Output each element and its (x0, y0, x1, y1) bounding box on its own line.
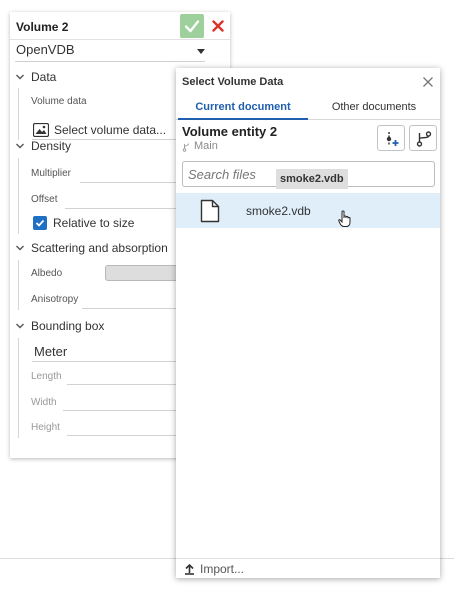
chevron-down-icon (16, 74, 24, 80)
import-icon (185, 564, 194, 575)
insert-icon (386, 132, 399, 146)
height-label: Height (31, 422, 60, 433)
cancel-button[interactable] (208, 15, 228, 37)
volume-type-value: OpenVDB (16, 42, 75, 57)
search-input[interactable] (188, 166, 272, 182)
hand-cursor-icon (338, 210, 351, 227)
tab-other-documents[interactable]: Other documents (308, 94, 440, 120)
chevron-down-icon (16, 323, 24, 329)
file-row[interactable]: smoke2.vdb (176, 193, 440, 228)
close-icon (212, 20, 224, 32)
tab-current-document[interactable]: Current document (178, 94, 308, 120)
relative-to-size-label: Relative to size (53, 216, 135, 230)
checkmark-icon (184, 20, 200, 33)
file-name: smoke2.vdb (246, 204, 311, 218)
anisotropy-label: Anisotropy (31, 294, 79, 305)
volume-type-dropdown[interactable]: OpenVDB (15, 40, 205, 62)
checkmark-icon (35, 219, 45, 227)
relative-to-size-checkbox[interactable] (33, 216, 47, 230)
close-icon[interactable] (422, 76, 434, 88)
branch-icon (416, 131, 432, 147)
dialog-title: Select Volume Data (182, 76, 284, 88)
section-bounding-guide (18, 338, 19, 438)
panel-header: Volume 2 (10, 12, 230, 40)
dialog-tabs: Current document Other documents (176, 94, 440, 120)
albedo-slider[interactable] (105, 265, 185, 281)
section-density-guide (18, 158, 19, 234)
accept-button[interactable] (180, 14, 204, 38)
branch-icon (182, 143, 189, 152)
chevron-down-icon (16, 245, 24, 251)
section-data-guide (18, 88, 19, 140)
width-label: Width (31, 397, 57, 408)
import-button[interactable]: Import... (200, 562, 244, 576)
volume-data-label: Volume data (31, 96, 87, 107)
albedo-label: Albedo (31, 268, 63, 279)
section-scattering-guide (18, 260, 19, 310)
multiplier-label: Multiplier (31, 168, 72, 179)
section-density-label: Density (31, 139, 72, 153)
panel-title: Volume 2 (16, 20, 69, 34)
branch-button[interactable] (409, 125, 437, 151)
select-volume-data-dialog: Select Volume Data Current document Othe… (176, 68, 440, 578)
offset-label: Offset (31, 194, 58, 205)
section-data-label: Data (31, 70, 57, 84)
volume-data-value: Select volume data... (54, 123, 167, 137)
dialog-footer: Import... (176, 558, 440, 578)
units-dropdown[interactable]: Meter (32, 342, 200, 362)
chevron-down-icon (16, 143, 24, 149)
section-scattering-label: Scattering and absorption (31, 241, 168, 255)
branch-name: Main (194, 140, 218, 152)
dropdown-arrow-icon (197, 49, 205, 54)
document-icon (200, 199, 220, 223)
length-label: Length (31, 371, 62, 382)
section-bounding-box-label: Bounding box (31, 319, 105, 333)
insert-button[interactable] (377, 125, 405, 151)
drag-tooltip: smoke2.vdb (276, 169, 348, 189)
units-value: Meter (34, 344, 68, 359)
image-icon (33, 123, 49, 137)
document-title: Volume entity 2 (182, 124, 278, 139)
